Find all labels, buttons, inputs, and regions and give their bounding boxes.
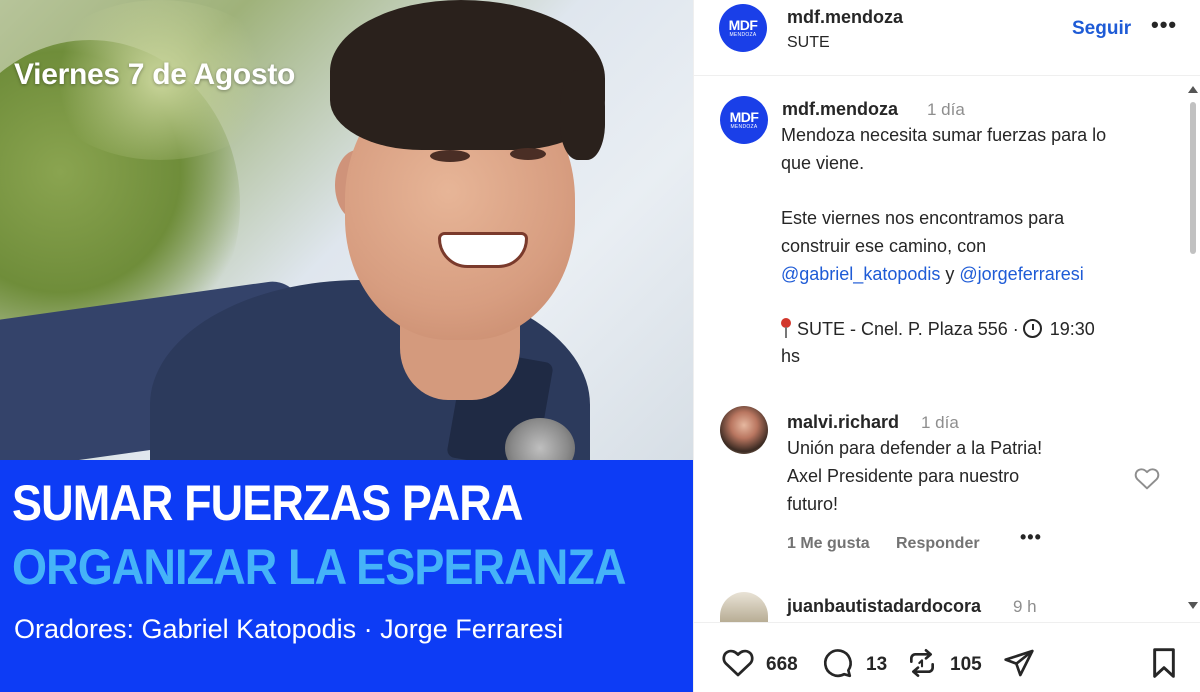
headline-line-1: SUMAR FUERZAS PARA [12, 475, 523, 531]
likes-count[interactable]: 668 [766, 654, 798, 676]
caption-mentions: @gabriel_katopodis y @jorgeferraresi [781, 264, 1084, 285]
caption-avatar[interactable]: MDF MENDOZA [720, 96, 768, 144]
avatar-logo-subtext: MENDOZA [729, 32, 757, 38]
like-heart-icon[interactable] [721, 647, 755, 677]
caption-line: hs [781, 346, 801, 366]
comment-username[interactable]: malvi.richard [787, 412, 899, 433]
comment-time: 1 día [921, 413, 959, 432]
comment-more-icon[interactable]: ••• [1020, 527, 1042, 548]
caption-line: construir ese camino, con [781, 236, 987, 256]
comment-time: 9 h [1013, 597, 1037, 616]
avatar[interactable]: MDF MENDOZA [719, 4, 767, 52]
comment-text-line: Unión para defender a la Patria! [787, 438, 1043, 458]
comments-count[interactable]: 13 [866, 654, 887, 676]
round-pushpin-icon [781, 318, 791, 338]
reposts-count[interactable]: 105 [950, 654, 982, 676]
caption-username[interactable]: mdf.mendoza [782, 99, 898, 120]
avatar-logo-text: MDF [729, 109, 759, 125]
mention-separator: y [940, 264, 960, 284]
more-options-icon[interactable]: ••• [1151, 12, 1177, 38]
reply-button[interactable]: Responder [896, 535, 980, 553]
save-bookmark-icon[interactable] [1150, 647, 1178, 679]
share-send-icon[interactable] [1002, 647, 1036, 679]
follow-button[interactable]: Seguir [1072, 18, 1131, 40]
comment-username[interactable]: juanbautistadardocora [787, 596, 981, 617]
commenter-avatar[interactable] [720, 592, 768, 622]
caption-line: que viene. [781, 153, 865, 173]
post-panel: MDF MENDOZA mdf.mendoza SUTE Seguir ••• … [693, 0, 1200, 692]
comment-text-line: Axel Presidente para nuestro [787, 466, 1020, 486]
scroll-down-arrow-icon[interactable] [1188, 602, 1198, 609]
caption-line: Este viernes nos encontramos para [781, 208, 1065, 228]
caption-line: Mendoza necesita sumar fuerzas para lo [781, 125, 1107, 145]
mention-link[interactable]: @jorgeferraresi [959, 264, 1083, 284]
location-text: SUTE - Cnel. P. Plaza 556 · [797, 319, 1019, 339]
clock-icon [1022, 319, 1042, 338]
photo-hair-side [560, 70, 605, 160]
mention-link[interactable]: @gabriel_katopodis [781, 264, 940, 284]
event-time: 19:30 [1049, 319, 1095, 339]
avatar-logo-text: MDF [728, 17, 758, 33]
comment-likes[interactable]: 1 Me gusta [787, 535, 870, 553]
scroll-up-arrow-icon[interactable] [1188, 86, 1198, 93]
caption-time[interactable]: 1 día [927, 100, 965, 120]
photo-eye-right [510, 148, 546, 160]
header-location[interactable]: SUTE [787, 34, 830, 52]
photo-smile [438, 232, 528, 268]
post-image[interactable]: Viernes 7 de Agosto SUMAR FUERZAS PARA O… [0, 0, 693, 692]
comment-like-heart-icon[interactable] [1134, 466, 1160, 490]
commenter-avatar[interactable] [720, 406, 768, 454]
action-bar: 668 13 105 [694, 622, 1200, 692]
headline-line-2: ORGANIZAR LA ESPERANZA [12, 539, 626, 595]
scrollbar-thumb[interactable] [1190, 102, 1196, 254]
repost-icon[interactable] [906, 647, 938, 679]
post-header: MDF MENDOZA mdf.mendoza SUTE Seguir ••• [694, 0, 1200, 76]
photo-eye-left [430, 150, 470, 162]
comment-bubble-icon[interactable] [820, 647, 854, 679]
event-date: Viernes 7 de Agosto [14, 58, 296, 91]
comments-scrollbar[interactable] [1186, 80, 1200, 615]
speakers-line: Oradores: Gabriel Katopodis · Jorge Ferr… [14, 614, 564, 644]
avatar-logo-subtext: MENDOZA [730, 124, 758, 130]
caption-location-line: SUTE - Cnel. P. Plaza 556 · 19:30 [781, 318, 1095, 340]
comment-text-line: futuro! [787, 494, 839, 514]
header-username[interactable]: mdf.mendoza [787, 7, 903, 28]
